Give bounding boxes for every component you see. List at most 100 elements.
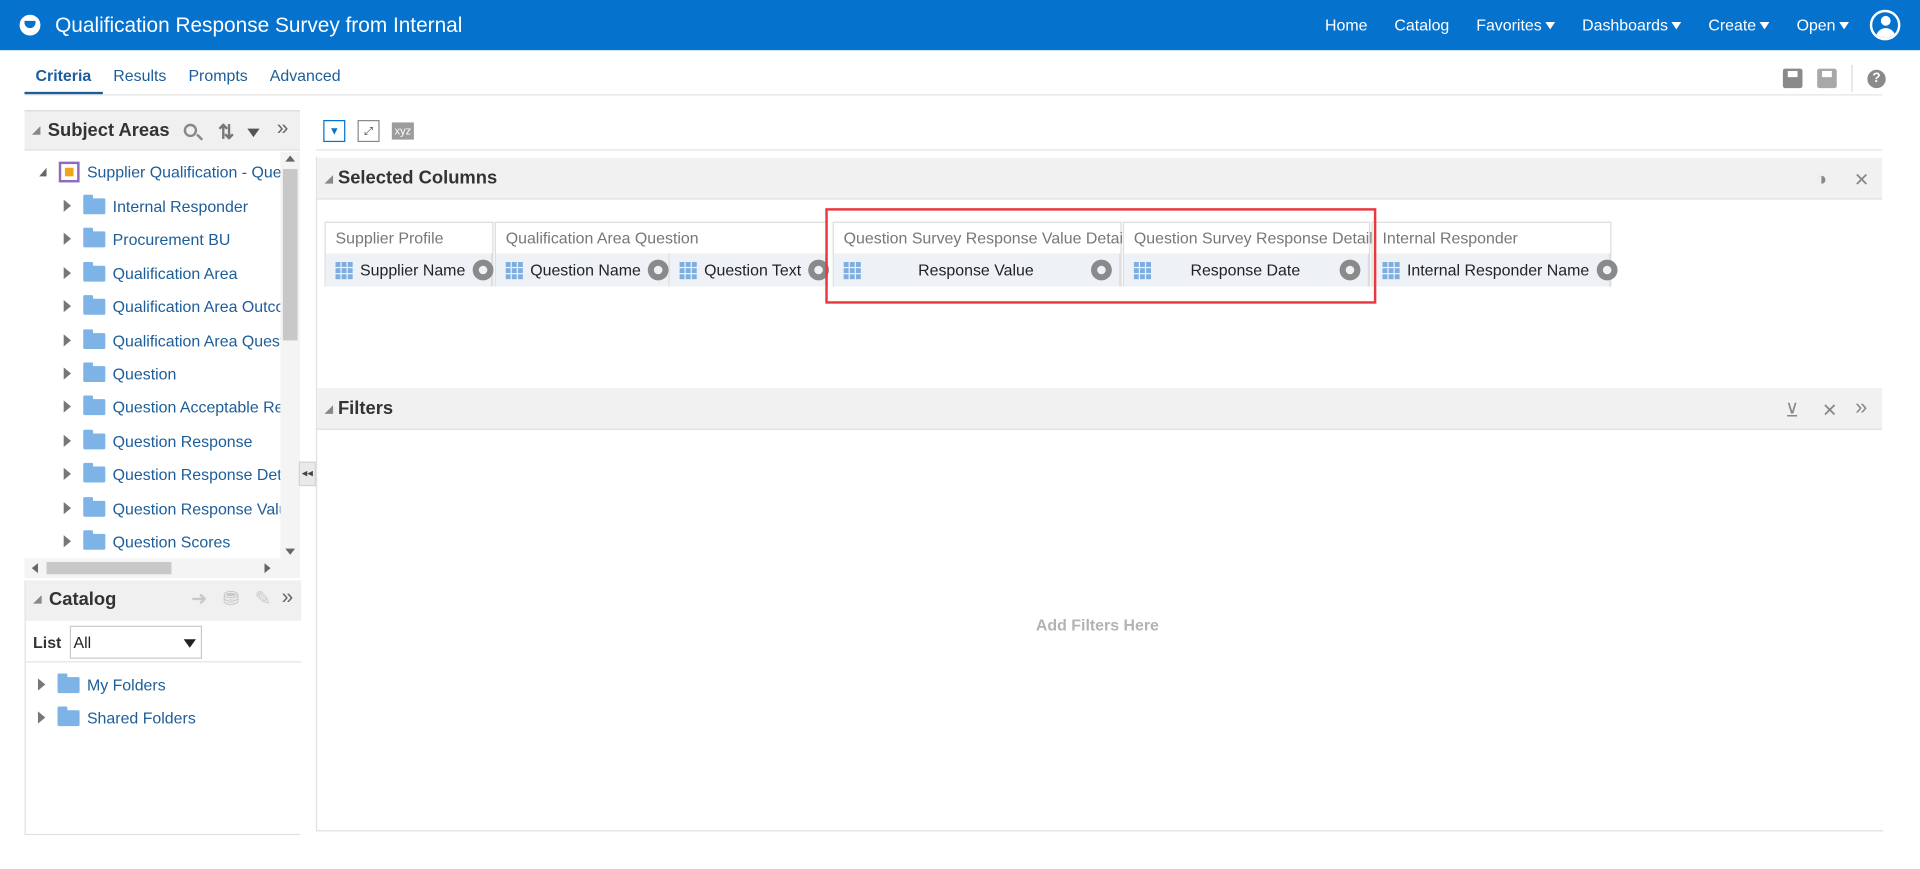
expand-icon[interactable]	[63, 467, 72, 481]
column-question-text[interactable]: Question Text	[669, 253, 830, 287]
oracle-logo-icon[interactable]	[19, 14, 41, 36]
filters-title: Filters	[337, 397, 394, 419]
scroll-left-icon[interactable]	[31, 563, 38, 574]
remove-filters-icon[interactable]: ✕	[1822, 399, 1837, 421]
selected-columns-header: Selected Columns ◑ ✕	[317, 157, 1883, 200]
nav-favorites[interactable]: Favorites	[1476, 16, 1556, 34]
nav-home[interactable]: Home	[1325, 16, 1367, 34]
list-select[interactable]: All	[69, 625, 203, 659]
expand-pane-icon[interactable]: »	[282, 585, 294, 609]
chevron-down-icon	[183, 639, 196, 648]
column-icon	[505, 261, 523, 279]
tree-item-label: Question Response Valu	[112, 498, 281, 518]
tree-item-my-folders[interactable]: My Folders	[37, 672, 166, 696]
chevron-down-icon[interactable]	[247, 128, 260, 138]
help-icon[interactable]: ?	[1867, 69, 1886, 88]
scroll-thumb[interactable]	[282, 168, 298, 341]
tab-results[interactable]: Results	[102, 66, 177, 94]
pane-splitter-collapse-icon[interactable]: ◂◂	[298, 461, 316, 487]
nav-create[interactable]: Create	[1708, 15, 1770, 35]
collapse-icon[interactable]	[31, 126, 41, 135]
tree-item-question-response-detail[interactable]: Question Response Deta	[63, 462, 280, 486]
toggle-view-icon[interactable]: ◑	[1816, 169, 1827, 190]
column-group-title: Internal Responder	[1382, 228, 1518, 248]
tree-item-question-response[interactable]: Question Response	[63, 429, 252, 453]
remove-all-icon[interactable]: ✕	[1854, 169, 1869, 191]
tree-vertical-scrollbar[interactable]	[280, 151, 301, 559]
tree-item-internal-responder[interactable]: Internal Responder	[63, 193, 248, 217]
expand-pane-icon[interactable]: »	[277, 116, 289, 140]
tree-horizontal-scrollbar[interactable]	[24, 558, 301, 578]
add-filter-icon[interactable]: ⊻	[1785, 399, 1798, 421]
expanded-icon[interactable]	[39, 167, 47, 176]
tree-item-label: Question Acceptable Res	[112, 397, 281, 416]
expand-icon[interactable]	[37, 678, 46, 691]
scroll-right-icon[interactable]	[264, 563, 271, 574]
add-to-criteria-icon[interactable]: ➜	[191, 590, 212, 610]
analysis-toolbar: ?	[1768, 64, 1886, 92]
search-icon[interactable]	[183, 123, 198, 138]
column-question-name[interactable]: Question Name	[495, 253, 670, 287]
page-title: Qualification Response Survey from Inter…	[55, 13, 463, 37]
catalog-divider	[25, 661, 302, 663]
nav-catalog[interactable]: Catalog	[1394, 16, 1449, 34]
gear-icon[interactable]	[1596, 259, 1618, 281]
folder-icon	[83, 227, 106, 247]
tabs-divider	[24, 94, 1883, 96]
expand-icon[interactable]	[63, 502, 72, 515]
tree-item-shared-folders[interactable]: Shared Folders	[37, 705, 196, 729]
nav-open[interactable]: Open	[1797, 16, 1849, 34]
expand-icon[interactable]	[63, 334, 72, 347]
tree-root-item[interactable]: Supplier Qualification - Ques	[39, 159, 280, 183]
tab-prompts[interactable]: Prompts	[177, 66, 258, 94]
filter-icon[interactable]: ▼	[323, 120, 346, 143]
expand-icon[interactable]	[63, 367, 72, 380]
tab-criteria[interactable]: Criteria	[24, 66, 103, 95]
list-select-value: All	[73, 633, 92, 652]
chevron-down-icon	[1839, 21, 1849, 29]
collapse-icon[interactable]	[33, 595, 42, 604]
expand-icon[interactable]	[63, 232, 72, 245]
combine-icon[interactable]: ⤢	[357, 120, 380, 143]
gear-icon[interactable]	[472, 259, 494, 281]
nav-dashboards[interactable]: Dashboards	[1582, 16, 1682, 34]
scroll-down-icon[interactable]	[285, 548, 296, 555]
expand-icon[interactable]	[37, 711, 46, 724]
column-internal-responder-name[interactable]: Internal Responder Name	[1372, 253, 1618, 287]
tree-item-question-response-value[interactable]: Question Response Valu	[63, 496, 281, 520]
tree-item-qualification-area[interactable]: Qualification Area	[63, 261, 237, 285]
scroll-thumb[interactable]	[46, 562, 172, 575]
edit-icon[interactable]: ✎	[255, 590, 276, 610]
user-avatar-icon[interactable]	[1869, 9, 1901, 41]
nav-home-label: Home	[1325, 15, 1368, 35]
expand-icon[interactable]: »	[1855, 394, 1867, 420]
expand-icon[interactable]	[63, 266, 72, 280]
column-group-title: Supplier Profile	[335, 228, 444, 248]
column-label: Question Name	[530, 260, 641, 280]
scroll-up-icon[interactable]	[285, 155, 296, 162]
nav-create-label: Create	[1708, 15, 1757, 35]
collapse-icon[interactable]	[324, 175, 334, 184]
criteria-toolbar: ▼ ⤢ xyz	[323, 120, 426, 143]
expand-icon[interactable]	[63, 199, 72, 212]
tree-item-qualification-area-question[interactable]: Qualification Area Questi	[63, 328, 280, 352]
tab-advanced[interactable]: Advanced	[259, 66, 352, 94]
save-icon[interactable]	[1782, 68, 1803, 89]
tree-item-question-scores[interactable]: Question Scores	[63, 529, 230, 553]
expand-icon[interactable]	[63, 300, 72, 313]
xyz-icon[interactable]: xyz	[391, 122, 414, 140]
gear-icon[interactable]	[648, 259, 669, 281]
column-supplier-name[interactable]: Supplier Name	[325, 253, 494, 287]
save-as-icon[interactable]	[1817, 68, 1837, 89]
folder-icon	[83, 462, 106, 482]
expand-icon[interactable]	[63, 434, 72, 447]
expand-icon[interactable]	[63, 535, 72, 548]
properties-icon[interactable]: ⛃	[223, 590, 244, 610]
tree-item-qualification-area-outcome[interactable]: Qualification Area Outcor	[63, 294, 280, 318]
tree-item-procurement-bu[interactable]: Procurement BU	[63, 227, 230, 251]
tree-item-question[interactable]: Question	[63, 361, 176, 385]
tree-item-question-acceptable-response[interactable]: Question Acceptable Res	[63, 394, 281, 418]
sort-icon[interactable]: ⇅	[218, 120, 234, 144]
collapse-icon[interactable]	[324, 405, 334, 414]
expand-icon[interactable]	[63, 400, 72, 413]
